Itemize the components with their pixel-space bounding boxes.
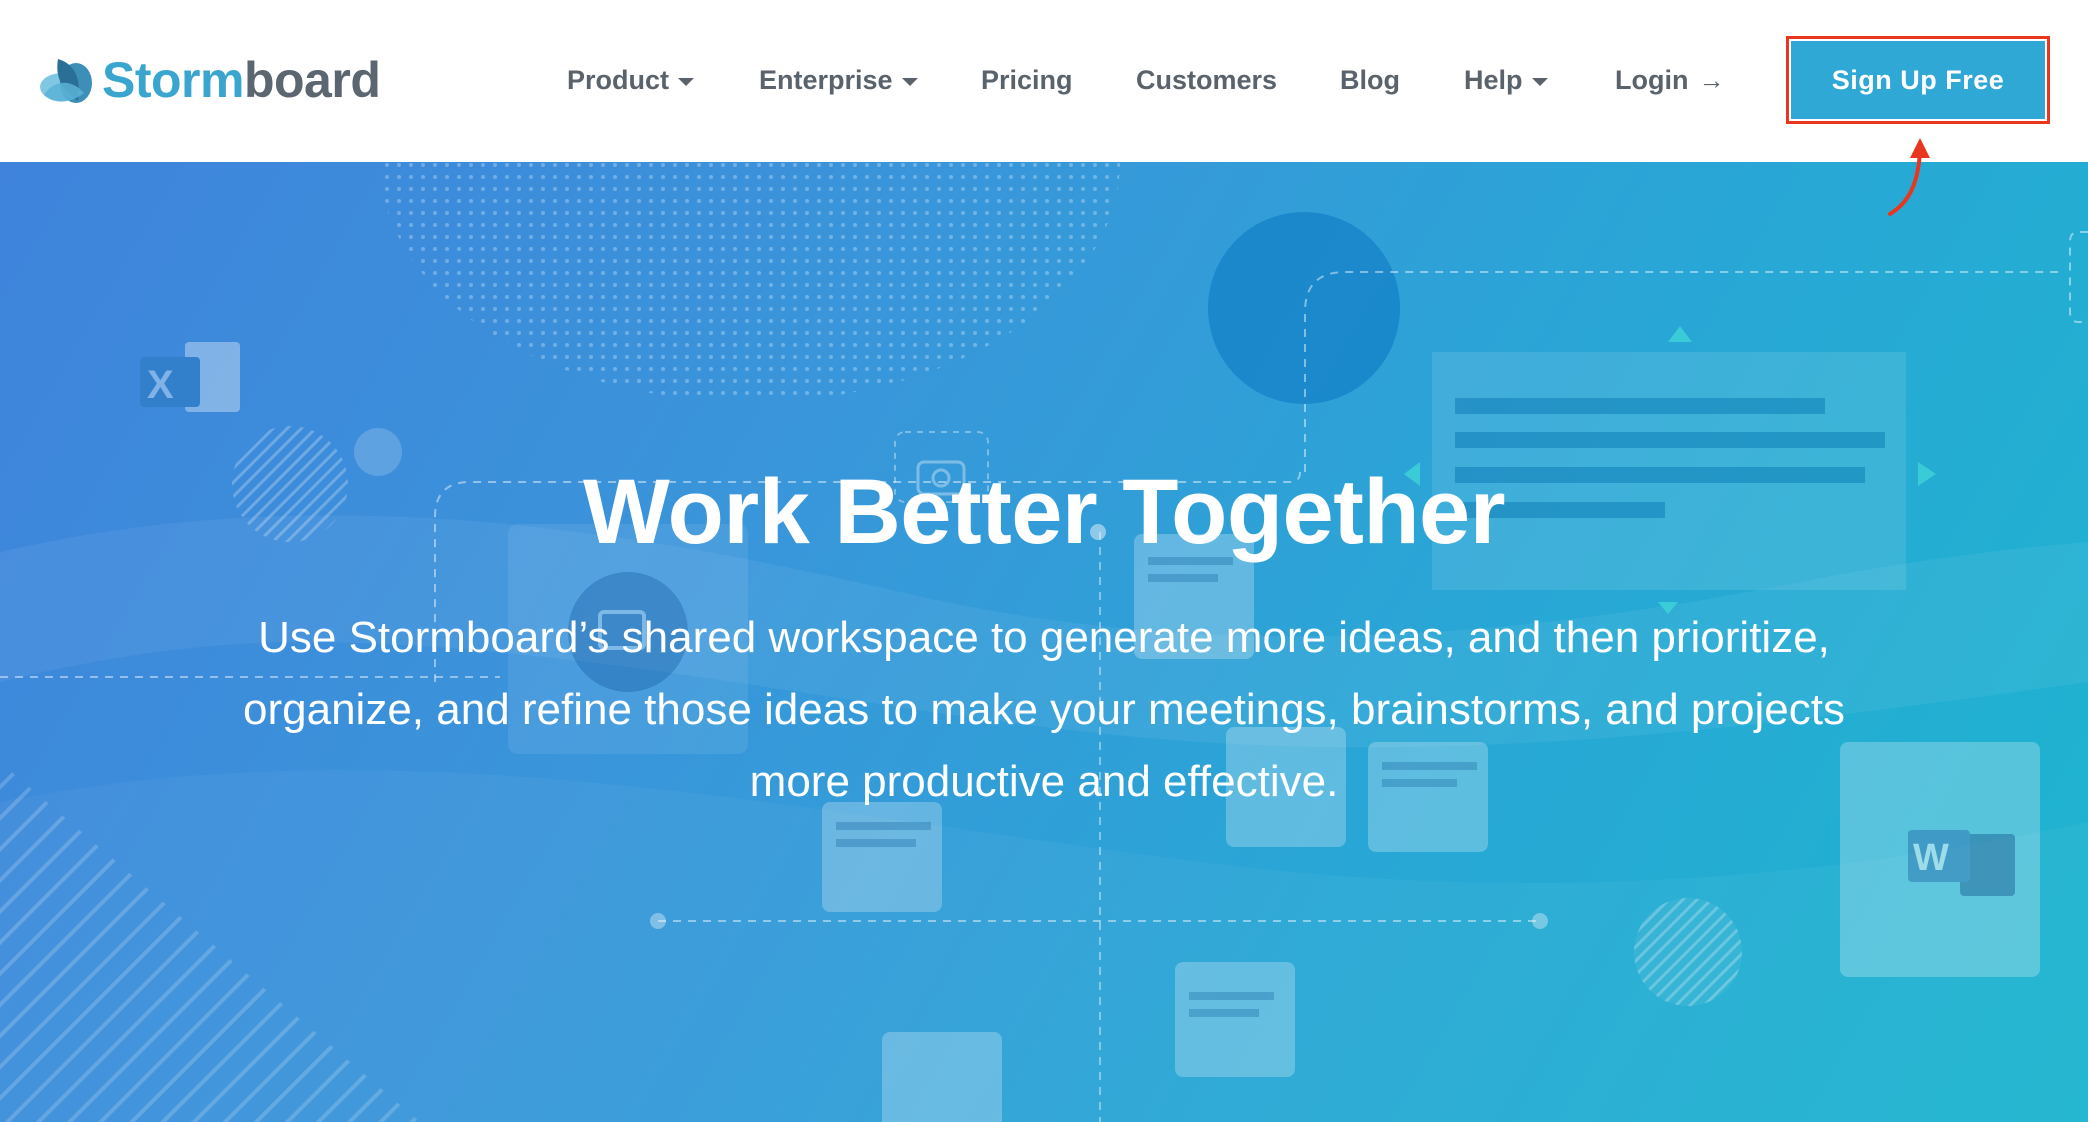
sign-up-free-button[interactable]: Sign Up Free: [1791, 41, 2045, 119]
nav-item-enterprise[interactable]: Enterprise: [759, 58, 918, 102]
nav-item-login[interactable]: Login →: [1615, 58, 1724, 102]
nav-item-blog[interactable]: Blog: [1340, 58, 1400, 102]
hero-subtitle-line: organize, and refine those ideas to make…: [243, 685, 1845, 734]
chevron-down-icon: [1531, 77, 1548, 86]
nav-item-customers[interactable]: Customers: [1136, 58, 1277, 102]
site-header: Stormboard Product Enterprise Pricing Cu…: [0, 0, 2088, 162]
hero-subtitle-line: Use Stormboard’s shared workspace to gen…: [258, 613, 1830, 662]
excel-icon: X: [140, 342, 240, 412]
nav-item-label: Customers: [1136, 64, 1278, 95]
hero-subtitle: Use Stormboard’s shared workspace to gen…: [130, 602, 1958, 818]
login-label: Login: [1615, 64, 1689, 95]
hero-subtitle-line: more productive and effective.: [749, 757, 1339, 806]
annotation-arrow-icon: [1888, 138, 1930, 216]
chevron-down-icon: [901, 77, 918, 86]
nav-item-pricing[interactable]: Pricing: [981, 58, 1073, 102]
nav-item-label: Enterprise: [759, 64, 893, 95]
nav-item-label: Product: [567, 64, 670, 95]
nav-item-label: Help: [1464, 64, 1523, 95]
nav-item-label: Blog: [1340, 64, 1400, 95]
chevron-down-icon: [678, 77, 695, 86]
nav-item-product[interactable]: Product: [567, 58, 695, 102]
nav-item-help[interactable]: Help: [1464, 58, 1548, 102]
nav-item-label: Pricing: [981, 64, 1073, 95]
main-nav: Product Enterprise Pricing Customers Blo…: [0, 58, 2088, 102]
arrow-right-icon: →: [1698, 64, 1725, 95]
svg-text:W: W: [1913, 837, 1949, 879]
svg-text:X: X: [147, 363, 174, 407]
hero-section: X W Work Better Together Use Stormboard’…: [0, 162, 2088, 1122]
hero-title: Work Better Together: [582, 461, 1506, 563]
